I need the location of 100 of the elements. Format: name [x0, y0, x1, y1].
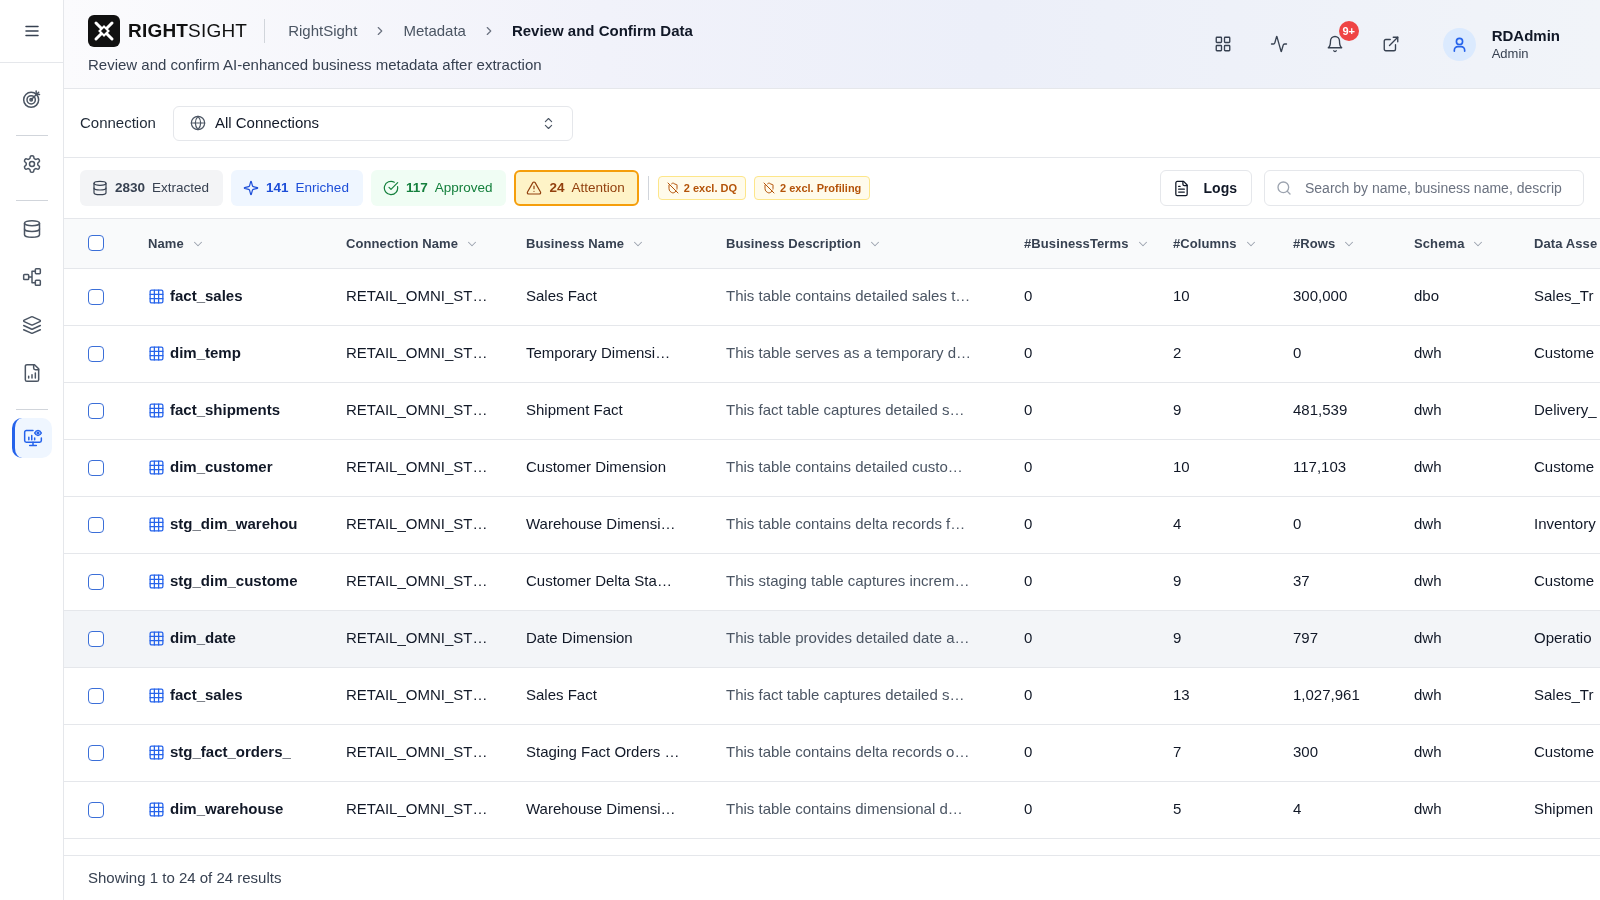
business-terms-count: 0: [1024, 287, 1033, 305]
business-terms-count: 0: [1024, 743, 1033, 761]
pulse-icon[interactable]: [1269, 35, 1288, 53]
table-name: dim_warehouse: [170, 799, 284, 820]
brand-name: RIGHTSIGHT: [128, 18, 248, 43]
data-asset-name: Delivery_: [1534, 401, 1597, 419]
business-name: Shipment Fact: [526, 401, 623, 419]
check-circle-icon: [382, 180, 399, 196]
schema-name: dwh: [1414, 515, 1442, 533]
data-asset-name: Sales_Tr: [1534, 287, 1594, 305]
schema-name: dwh: [1414, 743, 1442, 761]
row-count: 117,103: [1293, 458, 1347, 476]
business-name: Staging Fact Orders …: [526, 743, 680, 761]
connection-name: RETAIL_OMNI_ST…: [346, 572, 488, 590]
schema-name: dwh: [1414, 800, 1442, 818]
database-icon: [21, 219, 42, 239]
layers-icon: [21, 315, 42, 335]
table-name: fact_sales: [170, 286, 243, 307]
table-name: dim_customer: [170, 457, 273, 478]
warning-icon: [526, 180, 543, 196]
table-name: dim_temp: [170, 343, 241, 364]
column-header[interactable]: Name: [148, 234, 205, 254]
column-count: 9: [1173, 401, 1182, 419]
table-name: stg_dim_warehou: [170, 514, 298, 535]
status-filter-chip[interactable]: 2830 Extracted: [80, 170, 224, 206]
business-terms-count: 0: [1024, 572, 1033, 590]
row-checkbox[interactable]: [88, 288, 104, 305]
description-text: This table contains dimensional d…: [726, 800, 963, 818]
grid-icon[interactable]: [1213, 35, 1232, 53]
connection-name: RETAIL_OMNI_ST…: [346, 401, 488, 419]
column-count: 9: [1173, 629, 1182, 647]
schema-name: dwh: [1414, 629, 1442, 647]
business-name: Sales Fact: [526, 287, 597, 305]
row-checkbox[interactable]: [88, 744, 104, 761]
search-field[interactable]: Search by name, business name, descrip: [1264, 170, 1584, 206]
data-asset-name: Custome: [1534, 344, 1595, 362]
column-count: 13: [1173, 686, 1190, 704]
description-text: This table contains detailed sales t…: [726, 287, 971, 305]
select-all-checkbox[interactable]: [88, 235, 104, 252]
connection-name: RETAIL_OMNI_ST…: [346, 344, 488, 362]
row-count: 0: [1293, 515, 1302, 533]
results-summary: Showing 1 to 24 of 24 results: [88, 867, 282, 888]
hierarchy-icon: [21, 267, 42, 287]
table-name: stg_dim_custome: [170, 571, 298, 592]
description-text: This fact table captures detailed s…: [726, 686, 965, 704]
status-filter-chip[interactable]: 141 Enriched: [231, 170, 363, 206]
schema-name: dwh: [1414, 458, 1442, 476]
avatar-icon[interactable]: [1442, 27, 1476, 61]
connection-name: RETAIL_OMNI_ST…: [346, 686, 488, 704]
row-checkbox[interactable]: [88, 345, 104, 362]
business-terms-count: 0: [1024, 458, 1033, 476]
logs-button[interactable]: Logs: [1159, 170, 1252, 206]
table-icon: [148, 459, 165, 476]
row-checkbox[interactable]: [88, 687, 104, 704]
schema-name: dwh: [1414, 401, 1442, 419]
data-asset-name: Operatio: [1534, 629, 1592, 647]
status-filter-chip[interactable]: 24 Attention: [514, 170, 639, 206]
nav-item[interactable]: [11, 418, 52, 458]
status-filter-chip[interactable]: 117 Approved: [370, 170, 507, 206]
description-text: This table provides detailed date a…: [726, 629, 970, 647]
search-icon: [1276, 180, 1292, 196]
exclusion-chip[interactable]: 2 excl. DQ: [657, 176, 746, 200]
table-icon: [148, 687, 165, 704]
business-name: Customer Dimension: [526, 458, 667, 476]
data-asset-name: Shipmen: [1534, 800, 1594, 818]
column-count: 7: [1173, 743, 1182, 761]
row-checkbox[interactable]: [88, 402, 104, 419]
schema-name: dbo: [1414, 287, 1440, 305]
business-terms-count: 0: [1024, 629, 1033, 647]
settings-icon: [21, 154, 42, 174]
breadcrumb-link[interactable]: RightSight: [288, 19, 358, 43]
row-checkbox[interactable]: [88, 573, 104, 590]
table-icon: [148, 630, 165, 647]
row-checkbox[interactable]: [88, 630, 104, 647]
connection-name: RETAIL_OMNI_ST…: [346, 287, 488, 305]
table-icon: [148, 744, 165, 761]
exclusion-chip[interactable]: 2 excl. Profiling: [754, 176, 871, 200]
external-link-icon[interactable]: [1381, 35, 1400, 53]
description-text: This table serves as a temporary d…: [726, 344, 972, 362]
business-name: Warehouse Dimensi…: [526, 800, 676, 818]
table-name: dim_date: [170, 628, 236, 649]
database-icon: [92, 180, 108, 196]
breadcrumb-current: Review and Confirm Data: [511, 20, 693, 41]
page-subtitle: Review and confirm AI-enhanced business metadata after extraction: [88, 55, 543, 75]
bell-icon[interactable]: [1325, 35, 1344, 53]
column-count: 10: [1173, 458, 1190, 476]
table-icon: [148, 516, 165, 533]
column-count: 4: [1173, 515, 1182, 533]
schema-name: dwh: [1414, 572, 1442, 590]
data-asset-name: Custome: [1534, 458, 1595, 476]
column-count: 10: [1173, 287, 1190, 305]
row-count: 0: [1293, 344, 1302, 362]
description-text: This staging table captures increm…: [726, 572, 970, 590]
table-icon: [148, 288, 165, 305]
row-checkbox[interactable]: [88, 459, 104, 476]
connection-select[interactable]: All Connections: [172, 105, 573, 141]
business-terms-count: 0: [1024, 344, 1033, 362]
row-checkbox[interactable]: [88, 516, 104, 533]
breadcrumb-link[interactable]: Metadata: [403, 19, 466, 43]
row-checkbox[interactable]: [88, 801, 104, 818]
